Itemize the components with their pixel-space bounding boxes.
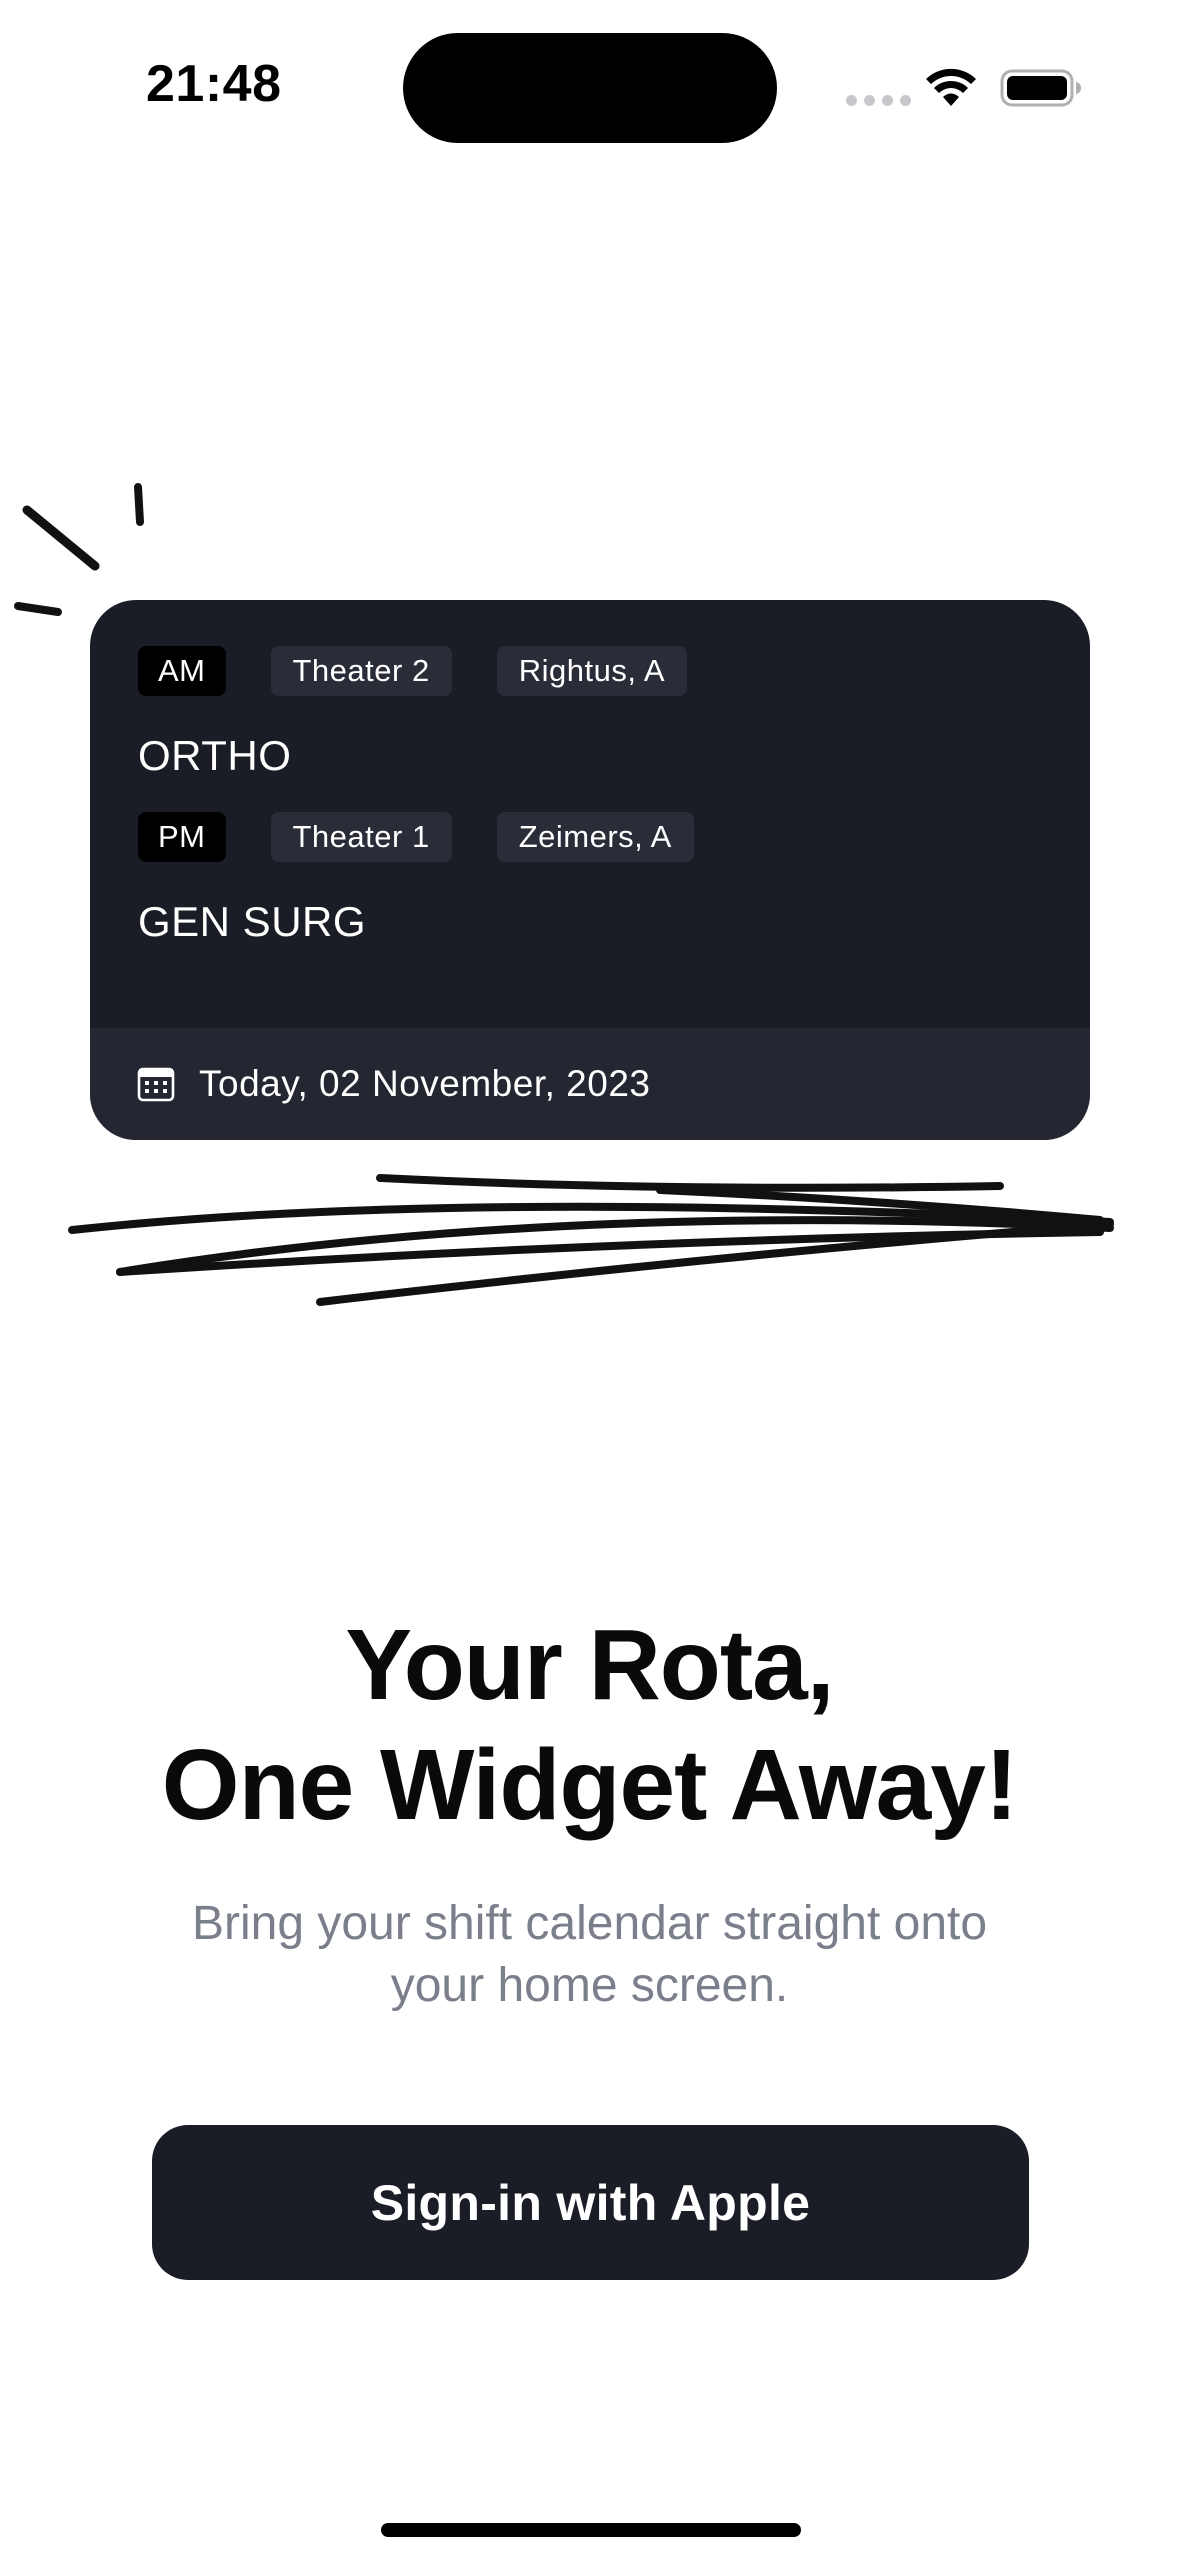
sign-in-with-apple-button[interactable]: Sign-in with Apple (152, 2125, 1029, 2280)
cellular-signal-icon (846, 95, 911, 106)
rota-widget-preview: AM Theater 2 Rightus, A ORTHO PM Theater… (90, 600, 1090, 1140)
subtitle-line-1: Bring your shift calendar straight onto (191, 1897, 988, 1950)
dynamic-island (403, 33, 777, 143)
widget-shifts: AM Theater 2 Rightus, A ORTHO PM Theater… (138, 645, 1042, 977)
shift-location-chip: Theater 2 (270, 646, 452, 696)
onboarding-screen: 21:48 AM Theater 2 Rightus, A ORTHO PM T… (0, 0, 1179, 2556)
shift-row-am: AM Theater 2 Rightus, A (138, 645, 1042, 697)
status-time: 21:48 (146, 55, 282, 113)
widget-date-label: Today, 02 November, 2023 (199, 1063, 651, 1104)
shift-row-pm: PM Theater 1 Zeimers, A (138, 811, 1042, 863)
headline-line-1: Your Rota, (345, 1609, 834, 1721)
sign-in-button-label: Sign-in with Apple (370, 2174, 811, 2231)
headline-line-2: One Widget Away! (161, 1729, 1018, 1841)
shift-person-chip: Rightus, A (496, 646, 688, 696)
shift-specialty: ORTHO (138, 732, 292, 779)
scribble-decoration (68, 1174, 1114, 1306)
shift-period-chip: AM (138, 646, 226, 696)
subtitle-line-2: your home screen. (390, 1959, 789, 2012)
widget-date-footer: Today, 02 November, 2023 (90, 1028, 1090, 1140)
home-indicator[interactable] (381, 2523, 801, 2537)
shift-specialty: GEN SURG (138, 898, 367, 945)
wifi-icon (926, 68, 976, 106)
calendar-icon (137, 1067, 175, 1102)
shift-period-chip: PM (138, 812, 226, 862)
shift-location-chip: Theater 1 (270, 812, 452, 862)
shift-person-chip: Zeimers, A (496, 812, 694, 862)
battery-icon (1000, 69, 1081, 107)
